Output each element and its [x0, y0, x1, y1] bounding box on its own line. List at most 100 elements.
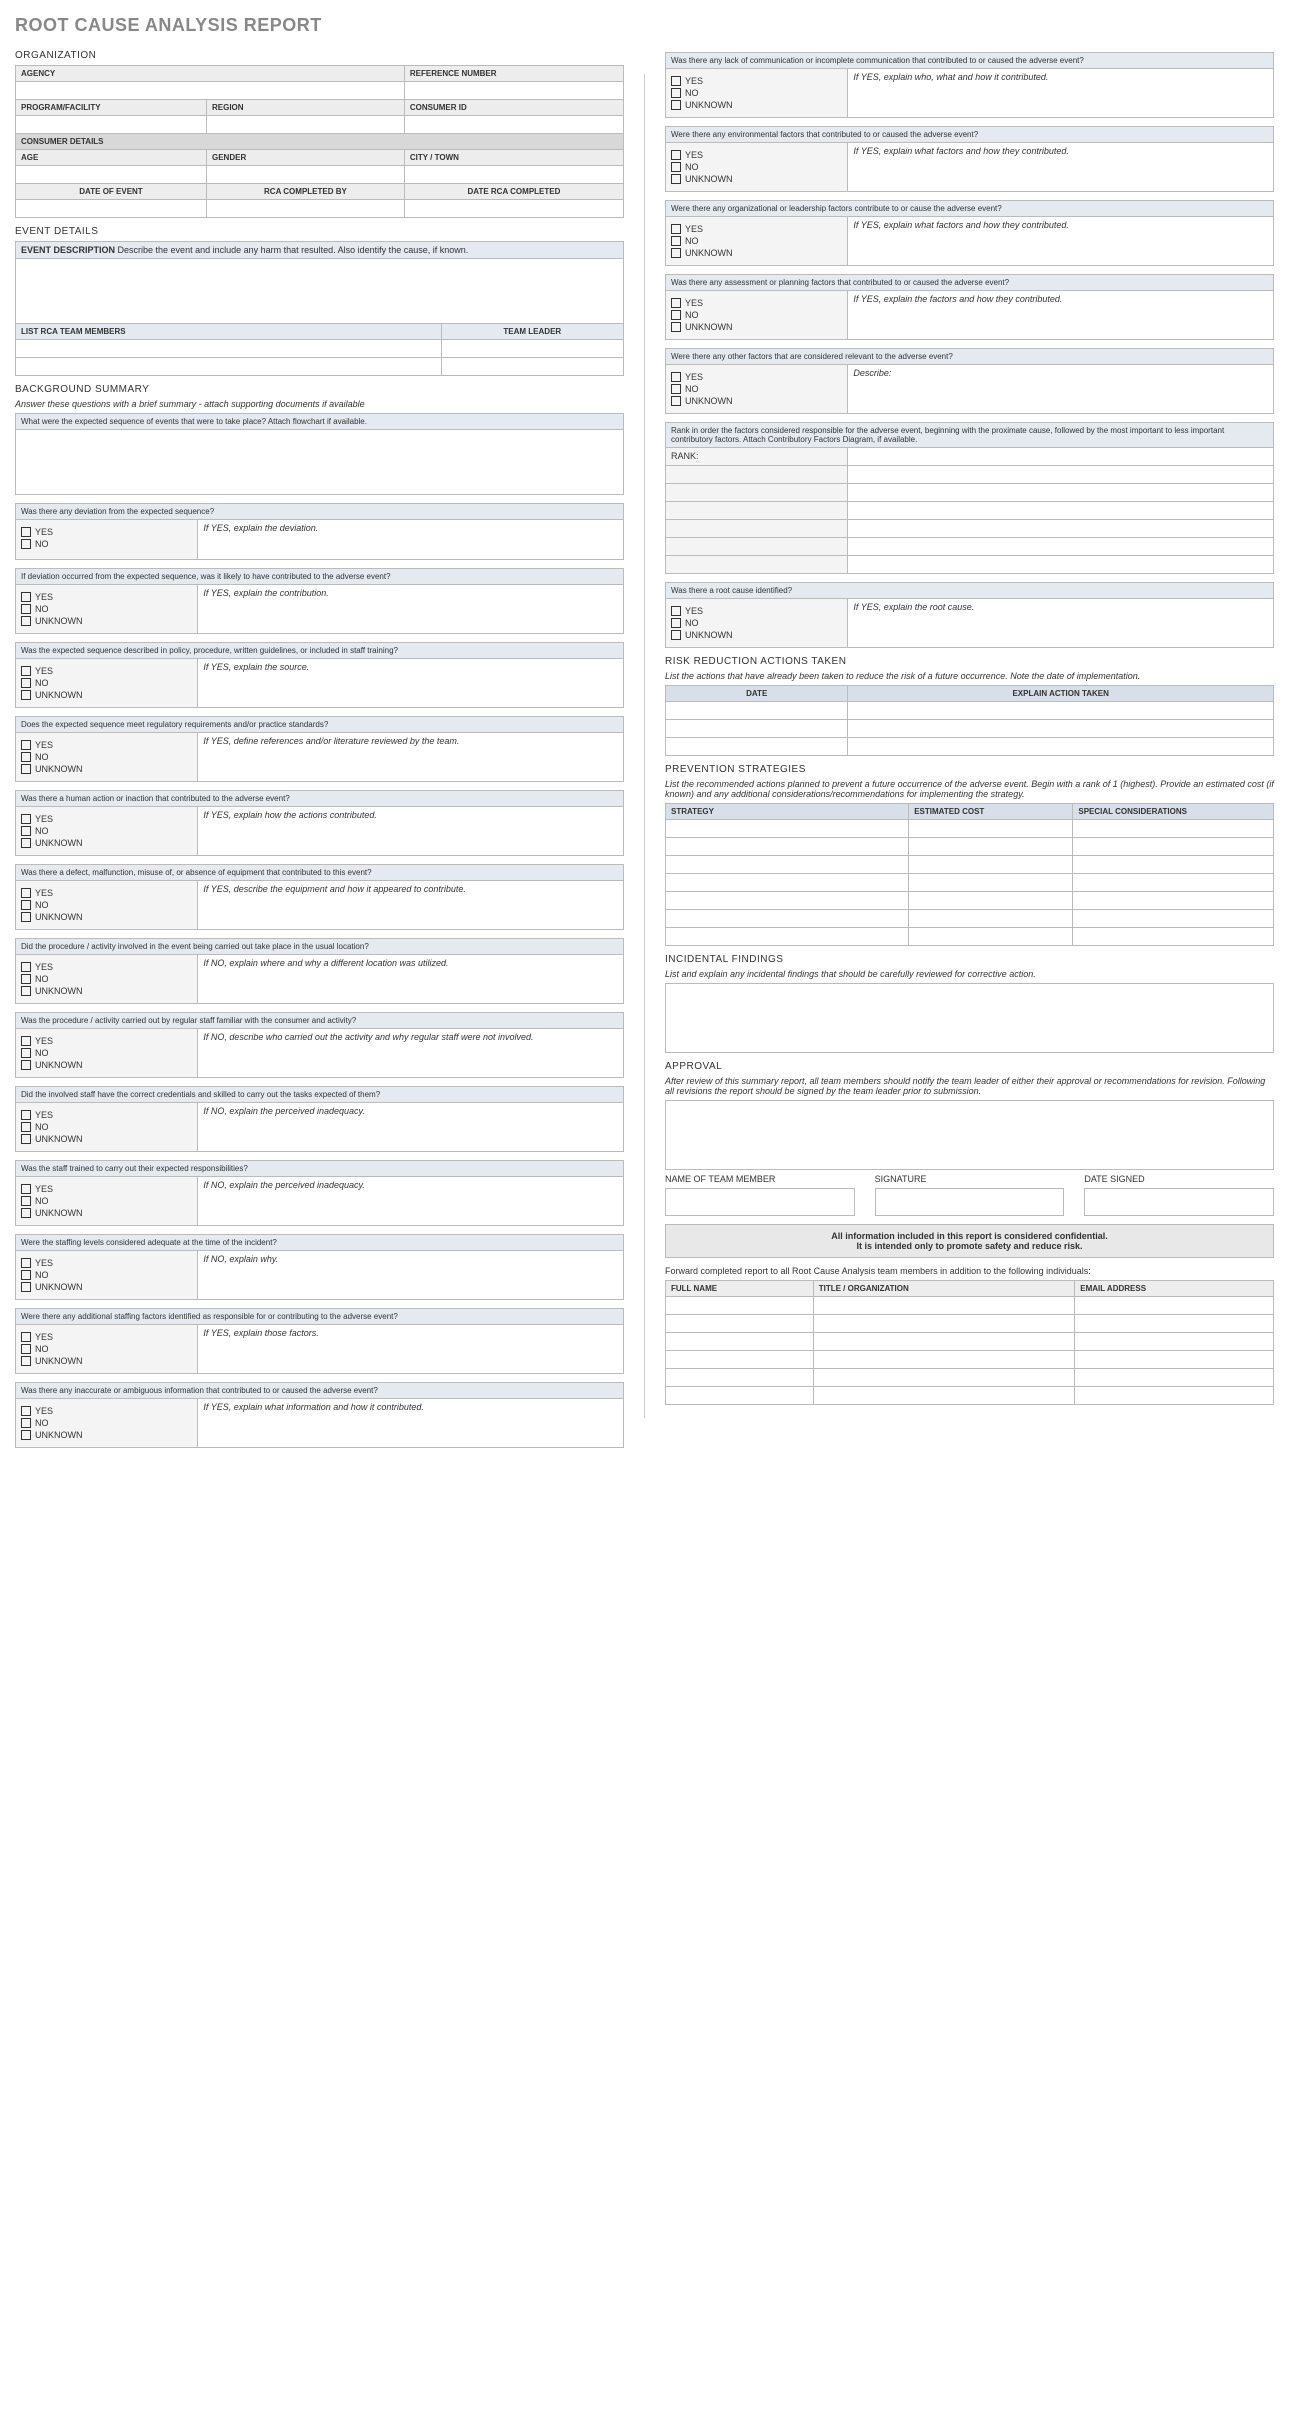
- q17-unknown-option[interactable]: UNKNOWN: [671, 248, 842, 258]
- q9-yes-option[interactable]: YES: [21, 1036, 192, 1046]
- inc-input[interactable]: [665, 983, 1274, 1053]
- q5-explain[interactable]: If YES, define references and/or literat…: [198, 733, 624, 782]
- input-rank-6[interactable]: [848, 556, 1274, 574]
- q7-explain[interactable]: If YES, describe the equipment and how i…: [198, 881, 624, 930]
- root-yes-option[interactable]: YES: [671, 606, 842, 616]
- q13-no-option[interactable]: NO: [21, 1344, 192, 1354]
- q16-explain[interactable]: If YES, explain what factors and how the…: [848, 143, 1274, 192]
- fwd-r6c3[interactable]: [1075, 1387, 1274, 1405]
- q14-no-option[interactable]: NO: [21, 1418, 192, 1428]
- input-leader-1[interactable]: [441, 340, 623, 358]
- sig-sig-input[interactable]: [875, 1188, 1065, 1216]
- input-age[interactable]: [16, 166, 207, 184]
- fwd-r3c3[interactable]: [1075, 1333, 1274, 1351]
- q14-unknown-option[interactable]: UNKNOWN: [21, 1430, 192, 1440]
- risk-action-1[interactable]: [848, 702, 1274, 720]
- q15-yes-option[interactable]: YES: [671, 76, 842, 86]
- q6-no-option[interactable]: NO: [21, 826, 192, 836]
- prev-r6c3[interactable]: [1073, 910, 1274, 928]
- input-member-2[interactable]: [16, 358, 442, 376]
- input-rank-1[interactable]: [848, 466, 1274, 484]
- q19-yes-option[interactable]: YES: [671, 372, 842, 382]
- q12-yes-option[interactable]: YES: [21, 1258, 192, 1268]
- root-explain[interactable]: If YES, explain the root cause.: [848, 599, 1274, 648]
- prev-r4c3[interactable]: [1073, 874, 1274, 892]
- q4-no-option[interactable]: NO: [21, 678, 192, 688]
- q11-yes-option[interactable]: YES: [21, 1184, 192, 1194]
- prev-r4c2[interactable]: [909, 874, 1073, 892]
- q5-unknown-option[interactable]: UNKNOWN: [21, 764, 192, 774]
- q5-no-option[interactable]: NO: [21, 752, 192, 762]
- fwd-r6c2[interactable]: [813, 1387, 1075, 1405]
- q9-unknown-option[interactable]: UNKNOWN: [21, 1060, 192, 1070]
- rank-cell-1[interactable]: [666, 466, 848, 484]
- rank-cell-5[interactable]: [666, 538, 848, 556]
- input-rca-by[interactable]: [207, 200, 405, 218]
- q11-unknown-option[interactable]: UNKNOWN: [21, 1208, 192, 1218]
- input-rank-3[interactable]: [848, 502, 1274, 520]
- rank-cell-6[interactable]: [666, 556, 848, 574]
- fwd-r1c3[interactable]: [1075, 1297, 1274, 1315]
- q8-explain[interactable]: If NO, explain where and why a different…: [198, 955, 624, 1004]
- q15-unknown-option[interactable]: UNKNOWN: [671, 100, 842, 110]
- prev-r2c1[interactable]: [666, 838, 909, 856]
- rank-cell-3[interactable]: [666, 502, 848, 520]
- root-unknown-option[interactable]: UNKNOWN: [671, 630, 842, 640]
- prev-r1c3[interactable]: [1073, 820, 1274, 838]
- risk-date-1[interactable]: [666, 702, 848, 720]
- fwd-r3c2[interactable]: [813, 1333, 1075, 1351]
- q13-unknown-option[interactable]: UNKNOWN: [21, 1356, 192, 1366]
- input-city[interactable]: [404, 166, 623, 184]
- q10-explain[interactable]: If NO, explain the perceived inadequacy.: [198, 1103, 624, 1152]
- input-program[interactable]: [16, 116, 207, 134]
- q12-unknown-option[interactable]: UNKNOWN: [21, 1282, 192, 1292]
- q16-yes-option[interactable]: YES: [671, 150, 842, 160]
- q18-no-option[interactable]: NO: [671, 310, 842, 320]
- q3-yes-option[interactable]: YES: [21, 592, 192, 602]
- rank-cell-4[interactable]: [666, 520, 848, 538]
- input-rank-2[interactable]: [848, 484, 1274, 502]
- prev-r7c2[interactable]: [909, 928, 1073, 946]
- risk-date-2[interactable]: [666, 720, 848, 738]
- prev-r5c2[interactable]: [909, 892, 1073, 910]
- fwd-r5c3[interactable]: [1075, 1369, 1274, 1387]
- q7-unknown-option[interactable]: UNKNOWN: [21, 912, 192, 922]
- q2-yes-option[interactable]: YES: [21, 527, 192, 537]
- q17-explain[interactable]: If YES, explain what factors and how the…: [848, 217, 1274, 266]
- q3-no-option[interactable]: NO: [21, 604, 192, 614]
- q13-explain[interactable]: If YES, explain those factors.: [198, 1325, 624, 1374]
- prev-r6c2[interactable]: [909, 910, 1073, 928]
- fwd-r2c2[interactable]: [813, 1315, 1075, 1333]
- fwd-r1c1[interactable]: [666, 1297, 814, 1315]
- fwd-r6c1[interactable]: [666, 1387, 814, 1405]
- q7-no-option[interactable]: NO: [21, 900, 192, 910]
- input-ref[interactable]: [404, 82, 623, 100]
- input-leader-2[interactable]: [441, 358, 623, 376]
- q16-no-option[interactable]: NO: [671, 162, 842, 172]
- input-bg-q1[interactable]: [16, 430, 624, 495]
- fwd-r5c1[interactable]: [666, 1369, 814, 1387]
- q4-unknown-option[interactable]: UNKNOWN: [21, 690, 192, 700]
- q3-explain[interactable]: If YES, explain the contribution.: [198, 585, 624, 634]
- q4-explain[interactable]: If YES, explain the source.: [198, 659, 624, 708]
- q6-yes-option[interactable]: YES: [21, 814, 192, 824]
- prev-r2c2[interactable]: [909, 838, 1073, 856]
- input-gender[interactable]: [207, 166, 405, 184]
- q18-explain[interactable]: If YES, explain the factors and how they…: [848, 291, 1274, 340]
- fwd-r2c1[interactable]: [666, 1315, 814, 1333]
- q18-yes-option[interactable]: YES: [671, 298, 842, 308]
- risk-date-3[interactable]: [666, 738, 848, 756]
- fwd-r4c3[interactable]: [1075, 1351, 1274, 1369]
- q12-explain[interactable]: If NO, explain why.: [198, 1251, 624, 1300]
- q7-yes-option[interactable]: YES: [21, 888, 192, 898]
- q3-unknown-option[interactable]: UNKNOWN: [21, 616, 192, 626]
- rank-cell-2[interactable]: [666, 484, 848, 502]
- q18-unknown-option[interactable]: UNKNOWN: [671, 322, 842, 332]
- q2-no-option[interactable]: NO: [21, 539, 192, 549]
- prev-r5c3[interactable]: [1073, 892, 1274, 910]
- root-no-option[interactable]: NO: [671, 618, 842, 628]
- fwd-r2c3[interactable]: [1075, 1315, 1274, 1333]
- fwd-r4c2[interactable]: [813, 1351, 1075, 1369]
- q14-yes-option[interactable]: YES: [21, 1406, 192, 1416]
- q8-no-option[interactable]: NO: [21, 974, 192, 984]
